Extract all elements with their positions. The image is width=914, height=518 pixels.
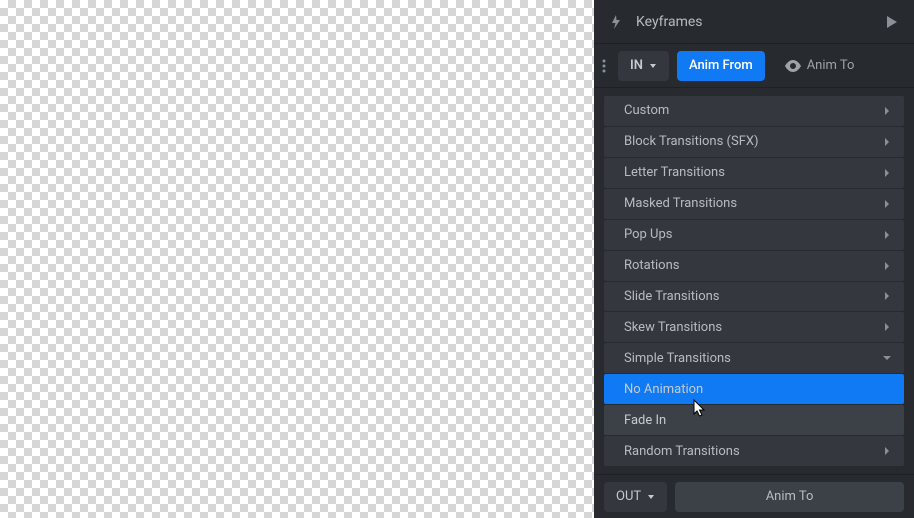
chevron-right-icon	[882, 291, 892, 301]
transition-item[interactable]: Fade In	[604, 405, 904, 435]
category-row[interactable]: Skew Transitions	[604, 312, 904, 342]
anim-from-label: Anim From	[689, 58, 753, 73]
chevron-right-icon	[882, 137, 892, 147]
caret-down-icon	[647, 493, 655, 501]
category-label: Pop Ups	[624, 227, 882, 242]
chevron-right-icon	[882, 261, 892, 271]
chevron-right-icon	[882, 168, 892, 178]
anim-from-tab[interactable]: Anim From	[677, 51, 765, 81]
anim-to-label: Anim To	[807, 58, 855, 73]
chevron-down-icon	[882, 355, 892, 361]
in-label: IN	[630, 58, 643, 73]
transition-label: No Animation	[624, 382, 892, 397]
animation-panel: Keyframes IN Anim From Ani	[594, 0, 914, 518]
panel-title: Keyframes	[636, 14, 884, 30]
category-label: Masked Transitions	[624, 196, 882, 211]
in-direction-button[interactable]: IN	[618, 51, 669, 81]
category-row[interactable]: Slide Transitions	[604, 282, 904, 312]
chevron-right-icon	[882, 230, 892, 240]
category-row[interactable]: Random Transitions	[604, 436, 904, 466]
panel-header: Keyframes	[594, 0, 914, 44]
panel-footer: OUT Anim To	[594, 474, 914, 518]
category-label: Letter Transitions	[624, 165, 882, 180]
category-label: Custom	[624, 103, 882, 118]
category-label: Block Transitions (SFX)	[624, 134, 882, 149]
category-row[interactable]: Custom	[604, 96, 904, 126]
category-row[interactable]: Rotations	[604, 251, 904, 281]
category-label: Slide Transitions	[624, 289, 882, 304]
category-row[interactable]: Block Transitions (SFX)	[604, 127, 904, 157]
footer-anim-to-button[interactable]: Anim To	[675, 482, 904, 512]
category-row[interactable]: Pop Ups	[604, 220, 904, 250]
transition-item[interactable]: No Animation	[604, 374, 904, 404]
direction-tabs: IN Anim From Anim To	[594, 44, 914, 88]
category-row[interactable]: Letter Transitions	[604, 158, 904, 188]
category-label: Skew Transitions	[624, 320, 882, 335]
category-label: Random Transitions	[624, 444, 882, 459]
chevron-right-icon	[882, 199, 892, 209]
footer-anim-to-label: Anim To	[766, 489, 814, 504]
category-row[interactable]: Simple Transitions	[604, 343, 904, 373]
caret-down-icon	[649, 62, 657, 70]
category-row[interactable]: Masked Transitions	[604, 189, 904, 219]
chevron-right-icon	[882, 106, 892, 116]
category-label: Simple Transitions	[624, 351, 882, 366]
category-label: Rotations	[624, 258, 882, 273]
out-direction-button[interactable]: OUT	[604, 482, 667, 512]
more-vertical-icon[interactable]	[598, 59, 610, 73]
anim-to-tab[interactable]: Anim To	[773, 51, 867, 81]
out-label: OUT	[616, 489, 641, 504]
eye-icon	[785, 60, 801, 72]
transition-list: Custom Block Transitions (SFX) Letter Tran…	[594, 88, 914, 474]
bolt-icon	[608, 15, 624, 29]
transition-label: Fade In	[624, 413, 892, 428]
chevron-right-icon	[882, 322, 892, 332]
play-icon[interactable]	[884, 16, 900, 28]
chevron-right-icon	[882, 446, 892, 456]
canvas-area[interactable]	[0, 0, 594, 518]
